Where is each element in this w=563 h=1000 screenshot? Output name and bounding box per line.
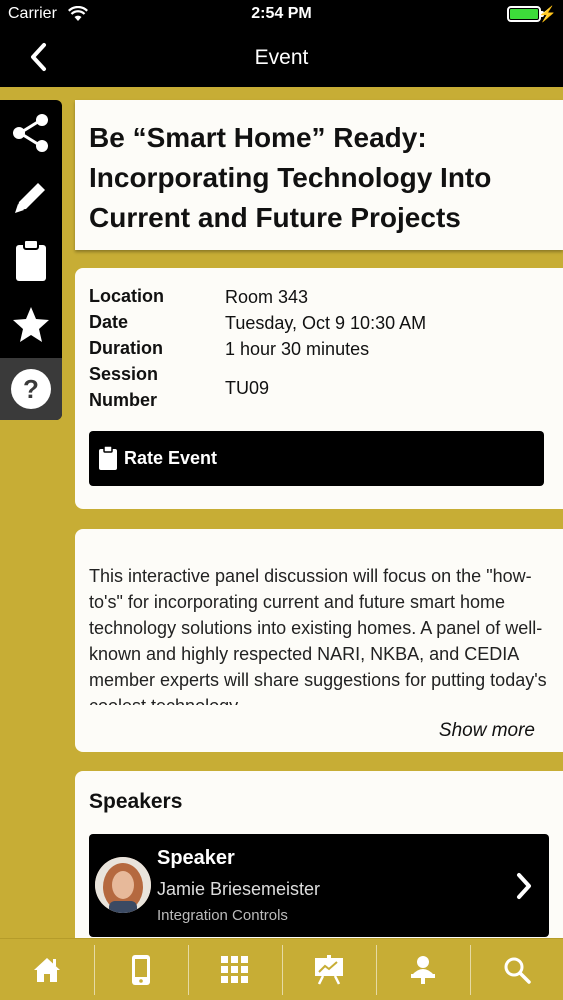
date-label: Date xyxy=(89,312,129,332)
tab-qr[interactable] xyxy=(188,939,281,1000)
event-title-card: Be “Smart Home” Ready: Incorporating Tec… xyxy=(75,100,563,250)
status-bar: Carrier 2:54 PM ⚡ xyxy=(0,0,563,30)
speakers-card: Speakers Speaker Jamie Briesemeister Int… xyxy=(75,771,563,951)
clock: 2:54 PM xyxy=(251,5,312,22)
share-icon xyxy=(13,114,48,152)
event-details-card: Location Room 343 Date Tuesday, Oct 9 10… xyxy=(75,268,563,509)
event-title: Be “Smart Home” Ready: Incorporating Tec… xyxy=(89,122,492,233)
survey-button[interactable] xyxy=(0,230,62,292)
svg-text:?: ? xyxy=(23,374,39,404)
mobile-icon xyxy=(131,955,150,985)
duration-value: 1 hour 30 minutes xyxy=(225,339,370,359)
speaker-row[interactable]: Speaker Jamie Briesemeister Integration … xyxy=(89,834,549,937)
duration-label: Duration xyxy=(89,338,163,358)
speakers-heading: Speakers xyxy=(89,790,183,813)
notes-button[interactable] xyxy=(0,166,62,228)
battery-icon xyxy=(507,6,541,22)
session-label-line2: Number xyxy=(89,390,158,410)
help-icon: ? xyxy=(11,369,51,409)
tab-bar xyxy=(0,938,563,1000)
session-value: TU09 xyxy=(225,378,270,398)
exhibitor-icon xyxy=(410,956,435,984)
speaker-role: Speaker xyxy=(157,847,235,869)
qr-grid-icon xyxy=(220,956,248,983)
speaker-name: Jamie Briesemeister xyxy=(157,879,321,899)
show-more-link[interactable]: Show more xyxy=(439,720,535,742)
chevron-right-icon xyxy=(515,872,533,905)
charging-icon: ⚡ xyxy=(538,6,557,23)
location-label: Location xyxy=(89,286,164,306)
tab-home[interactable] xyxy=(0,939,93,1000)
share-button[interactable] xyxy=(0,102,62,164)
tab-mobile[interactable] xyxy=(94,939,187,1000)
star-icon xyxy=(13,307,49,342)
help-button[interactable]: ? xyxy=(0,358,62,420)
date-value: Tuesday, Oct 9 10:30 AM xyxy=(225,313,427,333)
avatar xyxy=(95,857,151,913)
rate-event-label: Rate Event xyxy=(124,448,218,468)
tab-exhibitor[interactable] xyxy=(376,939,469,1000)
presentation-icon xyxy=(314,955,343,985)
clipboard-icon xyxy=(98,445,118,476)
page-title: Event xyxy=(254,46,309,69)
pencil-icon xyxy=(15,183,45,213)
search-icon xyxy=(504,957,531,984)
home-icon xyxy=(33,958,60,982)
event-description: This interactive panel discussion will f… xyxy=(89,566,547,705)
favorite-button[interactable] xyxy=(0,294,62,356)
location-value: Room 343 xyxy=(225,287,309,307)
session-label-line1: Session xyxy=(89,364,159,384)
rate-event-button[interactable]: Rate Event xyxy=(89,431,544,486)
clipboard-icon xyxy=(16,239,46,281)
tab-presentation[interactable] xyxy=(282,939,375,1000)
tab-search[interactable] xyxy=(470,939,563,1000)
description-card: This interactive panel discussion will f… xyxy=(75,529,563,752)
action-rail: ? xyxy=(0,100,62,420)
speaker-company: Integration Controls xyxy=(157,907,288,924)
top-bar: Carrier 2:54 PM ⚡ Event xyxy=(0,0,563,87)
